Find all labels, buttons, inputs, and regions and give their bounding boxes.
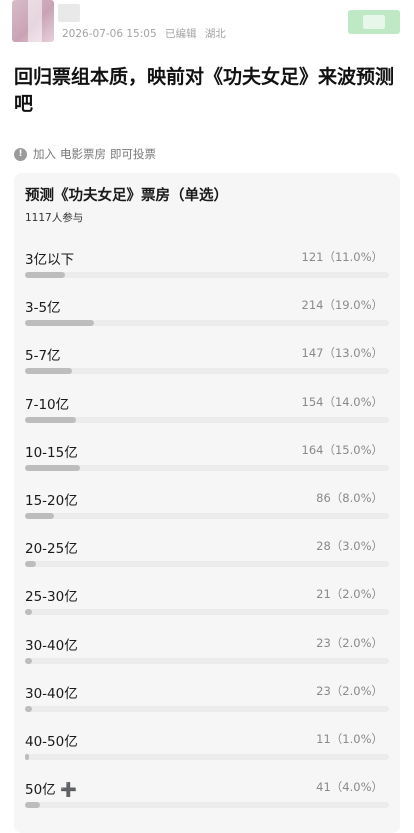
poll-option-fill	[25, 513, 55, 519]
poll-option[interactable]: 3-5亿 214（19.0%）	[25, 296, 391, 340]
poll-option[interactable]: 20-25亿 28（3.0%）	[25, 537, 391, 581]
poll-option-track	[25, 320, 389, 327]
poll-option-label: 30-40亿	[25, 637, 78, 654]
poll-option-label: 20-25亿	[25, 541, 78, 558]
poll-option-fill	[25, 416, 76, 423]
poll-option-label: 40-50亿	[25, 734, 78, 750]
topic-suffix: 即可投票	[110, 147, 156, 161]
poll-option-stat: 164（15.0%）	[301, 442, 383, 457]
post-timestamp: 2026-07-06 15:05	[62, 28, 157, 40]
poll-option-label: 30-40亿	[25, 685, 78, 702]
poll-option-track	[25, 754, 389, 760]
poll-option[interactable]: 15-20亿 86（8.0%）	[25, 489, 391, 533]
poll-option-track	[25, 609, 389, 616]
poll-option-stat: 154（14.0%）	[301, 394, 383, 409]
follow-button[interactable]	[348, 10, 400, 34]
poll-option-stat: 86（8.0%）	[316, 491, 383, 505]
poll-option-track	[25, 513, 389, 519]
poll-option-label: 10-15亿	[25, 444, 78, 461]
post-title: 回归票组本质，映前对《功夫女足》来波预测吧	[14, 66, 395, 115]
poll-option-stat: 214（19.0%）	[301, 298, 383, 313]
poll-option-fill	[25, 561, 36, 568]
poll-option[interactable]: 10-15亿 164（15.0%）	[25, 441, 391, 485]
poll-option[interactable]: 3亿以下 121（11.0%）	[25, 248, 391, 292]
poll-option-label: 50亿 ➕	[25, 782, 77, 799]
poll-participants: 1117人参与	[25, 212, 84, 224]
edited-label: 已编辑	[164, 28, 197, 40]
follow-button-inner	[363, 15, 385, 29]
poll-option[interactable]: 25-30亿 21（2.0%）	[25, 585, 391, 629]
poll-option-label: 5-7亿	[25, 348, 61, 365]
poll-option-stat: 41（4.0%）	[316, 780, 383, 795]
poll-option[interactable]: 5-7亿 147（13.0%）	[25, 344, 391, 388]
topic-prefix: 加入	[33, 147, 56, 161]
poll-option-track	[25, 416, 389, 423]
poll-option-track	[25, 705, 389, 712]
poll-option-fill	[25, 705, 33, 712]
poll-option-track	[25, 464, 389, 471]
poll-option-fill	[25, 464, 80, 471]
post-location: 湖北	[204, 28, 226, 40]
poll-option-label: 3-5亿	[25, 300, 61, 317]
poll-option-fill	[25, 802, 40, 809]
poll-option-stat: 147（13.0%）	[301, 346, 383, 361]
poll-option-fill	[25, 657, 33, 664]
poll-title: 预测《功夫女足》票房（单选）	[25, 188, 228, 204]
poll-option-fill	[25, 754, 29, 760]
poll-option-track	[25, 657, 389, 664]
info-icon: !	[14, 147, 27, 161]
poll-option[interactable]: 30-40亿 23（2.0%）	[25, 682, 391, 726]
poll-card: 预测《功夫女足》票房（单选） 1117人参与 3亿以下 121（11.0%） 3-5…	[14, 173, 400, 833]
poll-option-label: 7-10亿	[25, 396, 70, 413]
poll-option-label: 15-20亿	[25, 493, 78, 509]
poll-option[interactable]: 40-50亿 11（1.0%）	[25, 730, 391, 774]
poll-option[interactable]: 30-40亿 23（2.0%）	[25, 634, 391, 678]
poll-option-stat: 121（11.0%）	[301, 250, 383, 264]
poll-option-fill	[25, 368, 73, 375]
poll-option-label: 3亿以下	[25, 252, 75, 268]
poll-option-fill	[25, 320, 95, 327]
poll-option-stat: 23（2.0%）	[316, 683, 383, 698]
poll-option-track	[25, 368, 389, 375]
post-meta: 2026-07-06 15:05 已编辑 湖北	[62, 26, 231, 41]
poll-option-label: 25-30亿	[25, 589, 78, 606]
poll-option-fill	[25, 609, 33, 616]
poll-option-stat: 21（2.0%）	[316, 587, 383, 602]
topic-link[interactable]: 电影票房	[60, 146, 106, 162]
username-placeholder[interactable]	[58, 4, 80, 22]
avatar-overlay	[28, 0, 42, 42]
poll-option-track	[25, 272, 389, 278]
poll-option-stat: 11（1.0%）	[316, 732, 383, 746]
poll-option-track	[25, 802, 389, 809]
poll-option[interactable]: 7-10亿 154（14.0%）	[25, 393, 391, 437]
poll-option-track	[25, 561, 389, 568]
poll-option-fill	[25, 272, 66, 278]
poll-option-stat: 28（3.0%）	[316, 539, 383, 554]
topic-hint: ! 加入 电影票房 即可投票	[14, 146, 156, 162]
poll-option-stat: 23（2.0%）	[316, 635, 383, 650]
